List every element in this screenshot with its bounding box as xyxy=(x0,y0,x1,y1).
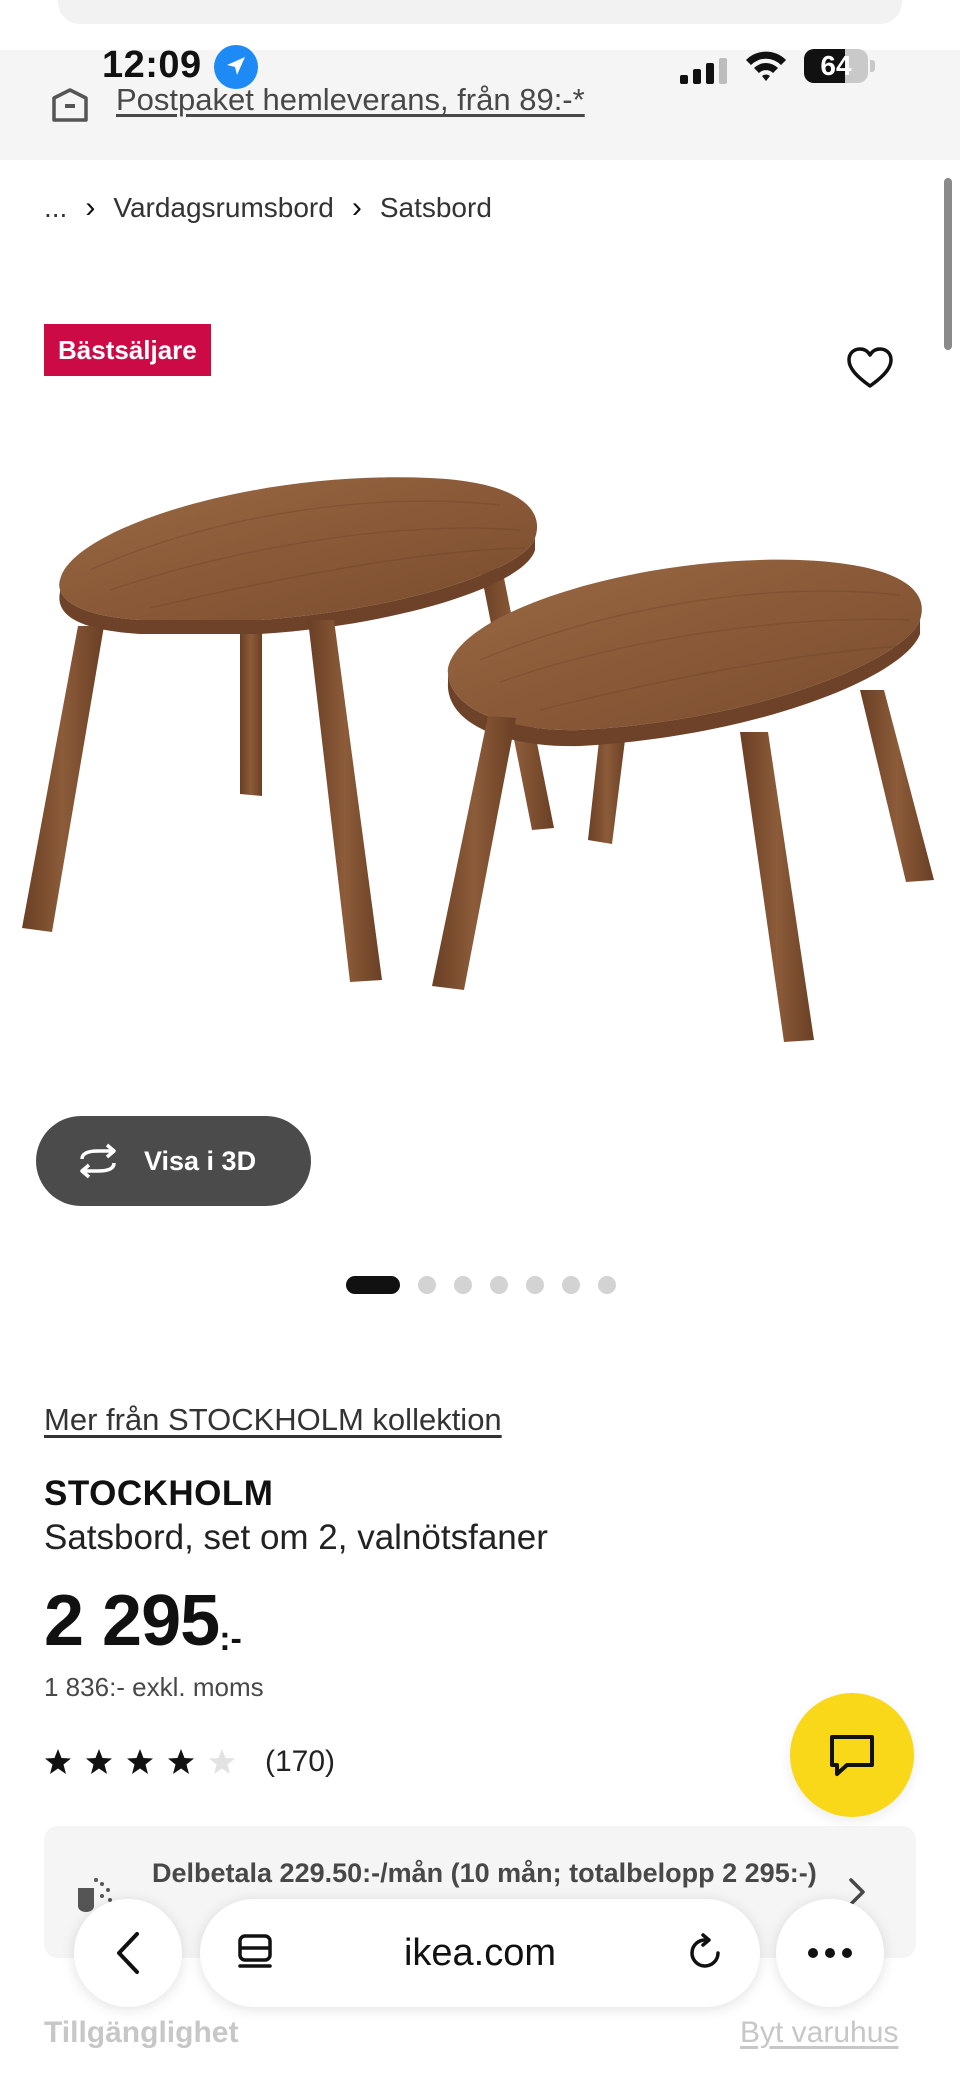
carousel-dot[interactable] xyxy=(418,1276,436,1294)
carousel-dot[interactable] xyxy=(346,1276,400,1294)
carousel-dot[interactable] xyxy=(526,1276,544,1294)
star-filled-icon xyxy=(127,1749,153,1774)
star-filled-icon xyxy=(45,1749,71,1774)
change-store-link[interactable]: Byt varuhus xyxy=(740,2016,898,2050)
availability-heading: Tillgänglighet xyxy=(44,2016,239,2049)
star-filled-icon xyxy=(86,1749,112,1774)
heart-icon[interactable] xyxy=(846,346,894,390)
browser-more-button[interactable] xyxy=(776,1899,884,2007)
more-icon xyxy=(808,1948,852,1958)
breadcrumb-ellipsis[interactable]: ... xyxy=(44,192,67,224)
carousel-dot[interactable] xyxy=(598,1276,616,1294)
price-excl-vat: 1 836:- exkl. moms xyxy=(44,1672,264,1702)
carousel-dot[interactable] xyxy=(454,1276,472,1294)
delivery-box-icon xyxy=(52,88,88,122)
collection-link[interactable]: Mer från STOCKHOLM kollektion xyxy=(44,1402,502,1438)
battery-icon: 64 xyxy=(804,49,876,83)
chat-button[interactable] xyxy=(790,1693,914,1817)
location-arrow-icon xyxy=(214,45,258,89)
breadcrumb-item-vardagsrumsbord[interactable]: Vardagsrumsbord xyxy=(113,192,333,224)
product-name: STOCKHOLM xyxy=(44,1474,274,1513)
image-carousel-indicator xyxy=(346,1276,634,1294)
price-suffix: :- xyxy=(219,1620,242,1658)
view-3d-button[interactable]: Visa i 3D xyxy=(36,1116,311,1206)
rating-stars xyxy=(44,1748,249,1776)
browser-address-bar[interactable]: ikea.com xyxy=(200,1899,760,2007)
status-bar: 12:09 64 xyxy=(0,44,960,89)
rating-count: (170) xyxy=(265,1745,336,1778)
bestseller-badge: Bästsäljare xyxy=(44,324,211,376)
star-empty-icon xyxy=(209,1749,235,1774)
star-filled-icon xyxy=(168,1749,194,1774)
page-scrollbar[interactable] xyxy=(944,178,952,350)
browser-toolbar: ikea.com xyxy=(0,1895,960,2010)
breadcrumb-item-satsbord[interactable]: Satsbord xyxy=(380,192,492,224)
view-3d-label: Visa i 3D xyxy=(144,1145,257,1176)
product-description: Satsbord, set om 2, valnötsfaner xyxy=(44,1518,548,1557)
carousel-dot[interactable] xyxy=(562,1276,580,1294)
breadcrumb-separator: › xyxy=(85,191,96,224)
top-edge-shadow xyxy=(58,0,902,24)
breadcrumb-separator: › xyxy=(351,191,362,224)
browser-back-button[interactable] xyxy=(74,1899,182,2007)
back-icon xyxy=(117,1932,139,1974)
battery-percent: 64 xyxy=(820,50,852,81)
breadcrumb: ... › Vardagsrumsbord › Satsbord xyxy=(44,188,492,228)
product-image[interactable] xyxy=(0,420,960,1120)
chat-icon xyxy=(830,1735,874,1776)
price-amount: 2 295 xyxy=(44,1581,220,1661)
installment-text: Delbetala 229.50:-/mån (10 mån; totalbel… xyxy=(152,1858,817,1888)
product-rating[interactable]: (170) xyxy=(44,1744,335,1780)
browser-url[interactable]: ikea.com xyxy=(200,1899,760,2007)
reload-icon[interactable] xyxy=(686,1933,726,1973)
rotate-3d-icon xyxy=(80,1143,116,1179)
cellular-signal-icon xyxy=(680,58,727,84)
status-time: 12:09 xyxy=(102,44,202,86)
wifi-icon xyxy=(746,51,786,81)
carousel-dot[interactable] xyxy=(490,1276,508,1294)
product-price: 2 295 :- xyxy=(44,1578,242,1664)
